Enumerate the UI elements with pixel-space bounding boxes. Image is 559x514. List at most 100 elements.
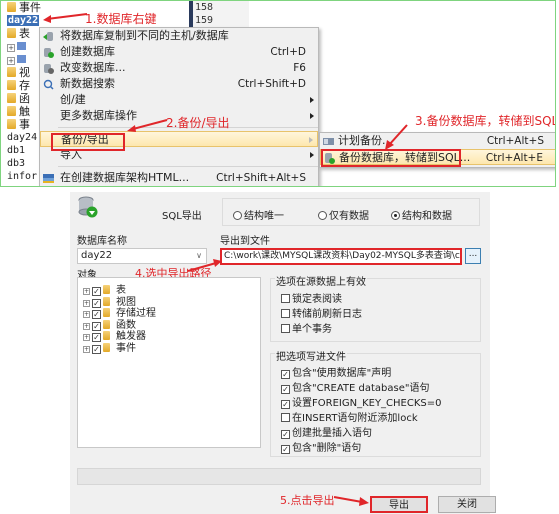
annotation-step-5: 5.点击导出: [280, 494, 335, 507]
option-foreign-key-checks[interactable]: ✓ 设置FOREIGN_KEY_CHECKS=0: [281, 394, 442, 409]
annotation-step-1: 1.数据库右键: [85, 12, 157, 26]
object-item-events[interactable]: + ✓ 事件: [78, 342, 260, 355]
menu-item-copy-db[interactable]: 将数据库复制到不同的主机/数据库: [40, 28, 318, 44]
checkbox-unchecked[interactable]: [281, 309, 290, 318]
menu-item-schedule-backup[interactable]: 计划备份... Ctrl+Alt+S: [320, 133, 555, 149]
expand-icon[interactable]: +: [7, 44, 15, 52]
menu-item-alter-db[interactable]: 改变数据库... F6: [40, 60, 318, 76]
file-options-title: 把选项写进文件: [275, 348, 347, 363]
folder-icon: [103, 342, 110, 352]
option-lock-tables[interactable]: 锁定表阅读: [281, 290, 342, 305]
checkbox-checked[interactable]: ✓: [92, 287, 101, 296]
browse-button[interactable]: ...: [465, 248, 481, 264]
checkbox-checked[interactable]: ✓: [281, 430, 290, 439]
export-file-label: 导出到文件: [220, 236, 270, 247]
menu-item-data-search[interactable]: 新数据搜索 Ctrl+Shift+D: [40, 76, 318, 92]
checkbox-unchecked[interactable]: [281, 413, 290, 422]
annotation-arrow-2: [127, 119, 168, 132]
export-file-path-input[interactable]: C:\work\课改\MYSQL课改资料\Day02-MYSQL多表查询\cod…: [220, 248, 462, 265]
dialog-title-label: SQL导出: [162, 211, 202, 222]
expand-icon[interactable]: +: [83, 299, 90, 307]
export-mode-group: 结构唯一 仅有数据 结构和数据: [222, 198, 480, 226]
submenu-arrow-icon: [310, 152, 314, 158]
expand-icon[interactable]: +: [83, 311, 90, 318]
option-create-database[interactable]: ✓ 包含"CREATE database"语句: [281, 379, 429, 394]
context-menu: 将数据库复制到不同的主机/数据库 创建数据库 Ctrl+D 改变数据库... F…: [39, 27, 319, 186]
option-flush-logs[interactable]: 转储前刷新日志: [281, 305, 362, 320]
menu-separator: [58, 166, 318, 167]
editor-line-numbers: 158 159: [189, 1, 249, 27]
object-item-procedures[interactable]: + ✓ 存储过程: [78, 308, 260, 320]
annotation-step-2: 2.备份/导出: [166, 116, 230, 130]
highlight-box-backup-export: [51, 133, 125, 151]
submenu-arrow-icon: [310, 97, 314, 103]
checkbox-checked[interactable]: ✓: [281, 445, 290, 454]
radio-structure-and-data[interactable]: 结构和数据: [391, 207, 452, 222]
menu-item-create-db[interactable]: 创建数据库 Ctrl+D: [40, 44, 318, 60]
radio-structure-only[interactable]: 结构唯一: [233, 207, 284, 222]
option-use-database[interactable]: ✓ 包含"使用数据库"声明: [281, 364, 391, 379]
checkbox-checked[interactable]: ✓: [92, 321, 101, 331]
annotation-arrow-4: [187, 259, 222, 272]
expand-icon[interactable]: +: [83, 334, 90, 341]
checkbox-checked[interactable]: ✓: [92, 310, 101, 319]
checkbox-checked[interactable]: ✓: [281, 385, 290, 394]
table-icon: [17, 55, 26, 63]
option-insert-lock[interactable]: 在INSERT语句附近添加lock: [281, 409, 418, 424]
checkbox-checked[interactable]: ✓: [281, 400, 290, 409]
alter-db-icon: [44, 64, 54, 74]
checkbox-checked[interactable]: ✓: [92, 344, 101, 354]
menu-item-create[interactable]: 创/建: [40, 92, 318, 108]
line-number: 158: [195, 2, 214, 13]
create-db-icon: [44, 48, 54, 58]
close-button[interactable]: 关闭: [438, 496, 496, 513]
annotation-arrow-1: [43, 13, 88, 23]
folder-icon: [7, 106, 16, 116]
option-single-transaction[interactable]: 单个事务: [281, 320, 332, 335]
radio-button[interactable]: [318, 211, 327, 220]
table-icon: [17, 42, 26, 50]
checkbox-unchecked[interactable]: [281, 324, 290, 333]
folder-icon: [103, 296, 110, 306]
folder-icon: [7, 2, 16, 12]
menu-item-schema-html[interactable]: 在创建数据库架构HTML... Ctrl+Shift+Alt+S: [40, 170, 318, 186]
checkbox-checked[interactable]: ✓: [281, 370, 290, 379]
folder-icon: [7, 93, 16, 103]
expand-icon[interactable]: +: [83, 322, 90, 330]
expand-icon[interactable]: +: [83, 345, 90, 353]
schedule-backup-icon: [323, 138, 334, 145]
submenu-arrow-icon: [310, 113, 314, 119]
checkbox-unchecked[interactable]: [281, 294, 290, 303]
object-item-triggers[interactable]: + ✓ 触发器: [78, 331, 260, 343]
radio-button[interactable]: [233, 211, 242, 220]
expand-icon[interactable]: +: [7, 57, 15, 65]
checkbox-checked[interactable]: ✓: [92, 298, 101, 308]
option-drop-statements[interactable]: ✓ 包含"删除"语句: [281, 439, 361, 454]
source-options-title: 选项在源数据上有效: [275, 273, 367, 288]
source-options-group: 选项在源数据上有效 锁定表阅读 转储前刷新日志 单个事务: [270, 273, 481, 342]
export-button[interactable]: 导出: [370, 496, 428, 513]
folder-icon: [7, 67, 16, 77]
annotation-step-3: 3.备份数据库，转储到SQL: [415, 114, 556, 128]
checkbox-checked[interactable]: ✓: [92, 333, 101, 342]
object-item-views[interactable]: + ✓ 视图: [78, 296, 260, 309]
folder-icon: [103, 319, 110, 329]
context-menu-screenshot: 事件 day22 表 + + 视 存 函 触 事 day24 db1 db3 i…: [0, 0, 556, 187]
folder-icon: [7, 28, 16, 38]
radio-button-selected[interactable]: [391, 211, 400, 220]
option-bulk-insert[interactable]: ✓ 创建批量插入语句: [281, 424, 372, 439]
annotation-arrow-5: [333, 496, 369, 506]
expand-icon[interactable]: +: [83, 288, 90, 295]
schema-html-icon: [43, 174, 54, 183]
database-export-icon: [78, 196, 98, 218]
radio-data-only[interactable]: 仅有数据: [318, 207, 369, 222]
object-item-functions[interactable]: + ✓ 函数: [78, 319, 260, 332]
annotation-arrow-3: [385, 124, 408, 150]
sql-export-dialog: SQL导出 结构唯一 仅有数据 结构和数据 数据库名称 day22 ∨ 导出到文…: [70, 192, 496, 514]
folder-icon: [7, 80, 16, 90]
db-name-label: 数据库名称: [77, 236, 127, 247]
objects-tree: + ✓ 表 + ✓ 视图 + ✓ 存储过程 + ✓ 函数 + ✓ 触发器 + ✓ 事件: [77, 277, 261, 448]
object-item-tables[interactable]: + ✓ 表: [78, 285, 260, 297]
line-number: 159: [195, 15, 214, 26]
highlight-box-backup-to-sql: [321, 149, 461, 167]
